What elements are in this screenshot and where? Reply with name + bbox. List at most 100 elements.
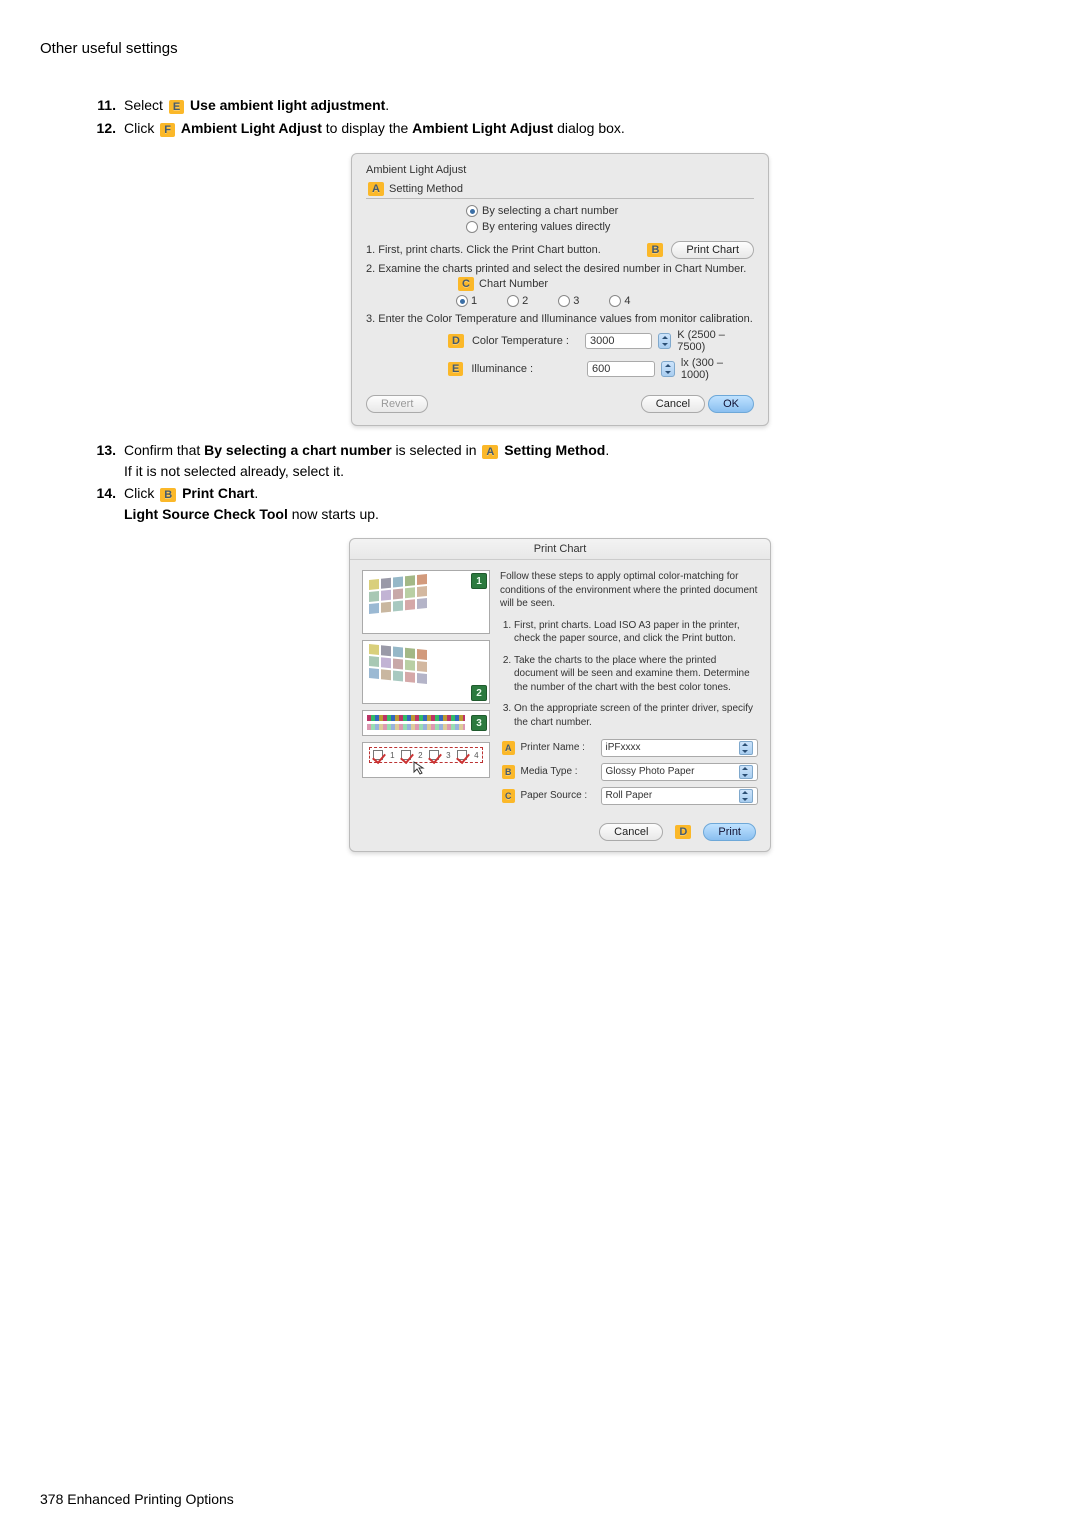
text-bold: By selecting a chart number (204, 442, 392, 458)
chevron-updown-icon (739, 765, 753, 779)
step-number: 12. (80, 120, 124, 137)
text: Click (124, 120, 158, 136)
thumb-badge: 2 (471, 685, 487, 701)
list-item: First, print charts. Load ISO A3 paper i… (514, 619, 758, 646)
select-value: iPFxxxx (606, 741, 641, 755)
step2-text: 2. Examine the charts printed and select… (366, 263, 754, 275)
media-select[interactable]: Glossy Photo Paper (601, 763, 759, 781)
illuminance-row: E Illuminance : 600 lx (300 – 1000) (446, 357, 754, 381)
label: Paper Source : (521, 789, 597, 803)
text: dialog box. (557, 120, 625, 136)
text: Confirm that (124, 442, 204, 458)
badge-f: F (160, 123, 175, 137)
select-value: Roll Paper (606, 789, 653, 803)
text: Click (124, 485, 158, 501)
ok-button[interactable]: OK (708, 395, 754, 413)
badge-a: A (482, 445, 498, 459)
illuminance-stepper[interactable] (661, 361, 675, 377)
paper-source-row: C Paper Source : Roll Paper (500, 787, 758, 805)
illuminance-input[interactable]: 600 (587, 361, 655, 377)
select-value: Glossy Photo Paper (606, 765, 695, 779)
badge-e: E (448, 362, 463, 376)
radio-by-values[interactable]: By entering values directly (466, 221, 754, 233)
n: 4 (474, 751, 478, 760)
printer-select[interactable]: iPFxxxx (601, 739, 759, 757)
color-temp-input[interactable]: 3000 (585, 333, 651, 349)
text-bold: Ambient Light Adjust (181, 120, 322, 136)
thumbnail-1: 1 (362, 570, 490, 634)
revert-button[interactable]: Revert (366, 395, 428, 413)
radio-by-chart-number[interactable]: By selecting a chart number (466, 205, 754, 217)
text: . (254, 485, 258, 501)
color-temp-row: D Color Temperature : 3000 K (2500 – 750… (446, 329, 754, 353)
opt-label: 2 (522, 295, 528, 307)
steps-list: 1 1. Select E Use ambient light adjustmen… (80, 97, 1040, 852)
step-13: 13. Confirm that By selecting a chart nu… (80, 442, 1040, 479)
opt-label: 3 (573, 295, 579, 307)
dialog-title: Ambient Light Adjust (366, 164, 754, 176)
check-icon (401, 750, 411, 760)
step-number: 14. (80, 485, 124, 522)
setting-method-group: A Setting Method (366, 182, 754, 199)
chart-opt-1[interactable]: 1 (456, 295, 477, 307)
text: to display the (326, 120, 412, 136)
text: is selected in (396, 442, 481, 458)
cancel-button[interactable]: Cancel (599, 823, 663, 841)
radio-label: By selecting a chart number (482, 205, 618, 217)
step1-row: 1. First, print charts. Click the Print … (366, 241, 754, 259)
text-bold: Print Chart (182, 485, 254, 501)
chevron-updown-icon (739, 741, 753, 755)
chart-opt-2[interactable]: 2 (507, 295, 528, 307)
label: Chart Number (476, 278, 548, 290)
page-number: 378 (40, 1491, 63, 1507)
thumb-badge: 3 (471, 715, 487, 731)
thumbnail-column: 1 2 3 1 (362, 570, 490, 811)
step-11: 11. Select E Use ambient light adjustmen… (80, 97, 1040, 114)
chart-opt-3[interactable]: 3 (558, 295, 579, 307)
thumb-badge: 1 (471, 573, 487, 589)
printer-name-row: A Printer Name : iPFxxxx (500, 739, 758, 757)
label: Illuminance : (471, 363, 581, 375)
text: 1. First, print charts. Click the Print … (366, 244, 639, 256)
cancel-button[interactable]: Cancel (641, 395, 705, 413)
badge-b: B (160, 488, 176, 502)
badge-b: B (502, 765, 515, 779)
badge-d: D (448, 334, 464, 348)
n: 3 (446, 751, 450, 760)
print-button[interactable]: Print (703, 823, 756, 841)
check-icon (373, 750, 383, 760)
radio-icon (466, 221, 478, 233)
chart-opt-4[interactable]: 4 (609, 295, 630, 307)
ambient-light-adjust-dialog: Ambient Light Adjust A Setting Method By… (351, 153, 769, 426)
step-12: 12. Click F Ambient Light Adjust to disp… (80, 120, 1040, 137)
media-type-row: B Media Type : Glossy Photo Paper (500, 763, 758, 781)
label: Color Temperature : (472, 335, 579, 347)
step3-text: 3. Enter the Color Temperature and Illum… (366, 313, 754, 325)
text-bold: Light Source Check Tool (124, 506, 288, 522)
color-temp-stepper[interactable] (658, 333, 672, 349)
opt-label: 4 (624, 295, 630, 307)
dialog-title: Print Chart (350, 539, 770, 560)
n: 1 (390, 751, 394, 760)
print-chart-button[interactable]: Print Chart (671, 241, 754, 259)
badge-b: B (647, 243, 663, 257)
radio-icon (456, 295, 468, 307)
thumbnail-4: 1 2 3 4 (362, 742, 490, 778)
radio-icon (466, 205, 478, 217)
text-bold: Setting Method (504, 442, 605, 458)
n: 2 (418, 751, 422, 760)
text-bold: Use ambient light adjustment (190, 97, 385, 113)
text: Select (124, 97, 167, 113)
range-text: lx (300 – 1000) (681, 357, 754, 381)
paper-select[interactable]: Roll Paper (601, 787, 759, 805)
text: now starts up. (288, 506, 379, 522)
intro-text: Follow these steps to apply optimal colo… (500, 570, 758, 611)
radio-label: By entering values directly (482, 221, 610, 233)
badge-c: C (458, 277, 474, 291)
badge-d: D (675, 825, 691, 839)
chart-number-label: C Chart Number (456, 277, 754, 291)
range-text: K (2500 – 7500) (677, 329, 754, 353)
text: If it is not selected already, select it… (124, 463, 1040, 479)
label: Media Type : (521, 765, 597, 779)
badge-a: A (502, 741, 515, 755)
